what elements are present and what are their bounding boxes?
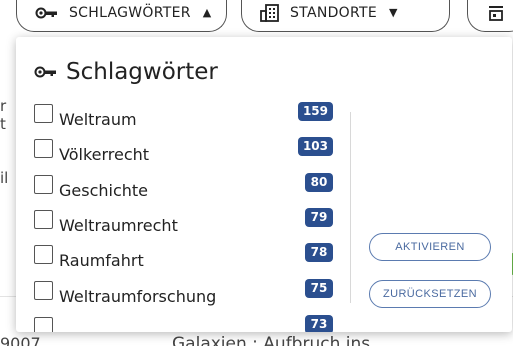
filter-locations-label: STANDORTE: [290, 4, 378, 21]
keywords-dropdown-panel: Schlagwörter Weltraum 159 Völkerrecht 10…: [16, 37, 512, 332]
filter-keywords-label: SCHLAGWÖRTER: [69, 4, 191, 21]
toggle-icon: [488, 5, 504, 21]
list-item[interactable]: Weltraumforschung 75: [34, 279, 339, 311]
chevron-up-icon: ▲: [202, 6, 212, 19]
count-badge: 80: [305, 173, 333, 192]
list-item-label: Weltraumrecht: [59, 216, 178, 235]
checkbox[interactable]: [34, 210, 53, 229]
list-item-label: Völkerrecht: [59, 145, 150, 164]
panel-title: Schlagwörter: [34, 59, 218, 85]
background-text-fragment: il: [0, 169, 9, 187]
count-badge: 75: [305, 279, 333, 298]
filter-keywords-button[interactable]: SCHLAGWÖRTER ▲: [16, 0, 227, 32]
background-text-fragment: r: [0, 97, 7, 115]
list-item[interactable]: 73: [34, 315, 339, 332]
activate-button[interactable]: AKTIVIEREN: [369, 233, 491, 261]
chevron-down-icon: ▼: [389, 6, 398, 19]
list-item[interactable]: Raumfahrt 78: [34, 243, 339, 275]
checkbox[interactable]: [34, 175, 53, 194]
checkbox[interactable]: [34, 317, 53, 332]
background-card-title[interactable]: Galaxien : Aufbruch ins...: [172, 334, 386, 346]
reset-button[interactable]: ZURÜCKSETZEN: [369, 280, 491, 308]
count-badge: 159: [297, 102, 333, 121]
list-item-label: Geschichte: [59, 181, 149, 200]
background-card-title[interactable]: 9007...: [0, 334, 56, 346]
checkbox[interactable]: [34, 245, 53, 264]
key-icon: [35, 6, 59, 20]
list-item-label: Raumfahrt: [59, 251, 144, 270]
list-item[interactable]: Weltraum 159: [34, 102, 339, 134]
list-item[interactable]: Weltraumrecht 79: [34, 208, 339, 240]
count-badge: 103: [297, 137, 333, 156]
checkbox[interactable]: [34, 139, 53, 158]
checkbox[interactable]: [34, 281, 53, 300]
filter-locations-button[interactable]: STANDORTE ▼: [241, 0, 450, 32]
panel-title-text: Schlagwörter: [66, 59, 218, 85]
background-text-fragment: t: [0, 115, 6, 133]
list-item[interactable]: Geschichte 80: [34, 173, 339, 205]
list-item-label: Weltraumforschung: [59, 287, 217, 306]
list-item[interactable]: Völkerrecht 103: [34, 137, 339, 169]
filter-third-button[interactable]: [467, 0, 513, 32]
building-icon: [260, 3, 280, 22]
list-item-label: Weltraum: [59, 110, 137, 129]
count-badge: 78: [305, 243, 333, 262]
count-badge: 79: [305, 208, 333, 227]
key-icon: [34, 65, 58, 79]
count-badge: 73: [305, 315, 333, 332]
panel-divider: [350, 112, 351, 303]
checkbox[interactable]: [34, 104, 53, 123]
